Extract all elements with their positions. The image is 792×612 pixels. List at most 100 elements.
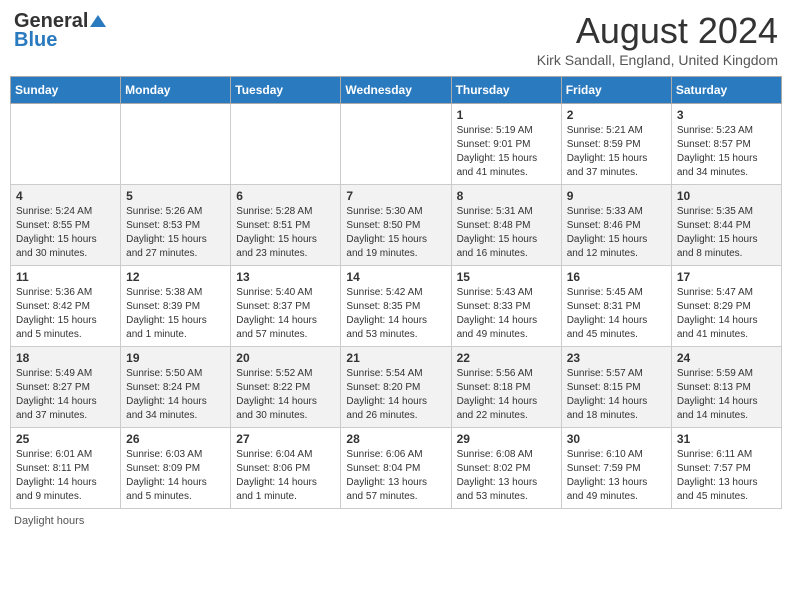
day-info: Sunrise: 5:52 AM Sunset: 8:22 PM Dayligh… [236, 367, 335, 423]
calendar-cell: 25 Sunrise: 6:01 AM Sunset: 8:11 PM Dayli… [11, 428, 121, 509]
day-info: Sunrise: 5:30 AM Sunset: 8:50 PM Dayligh… [346, 205, 445, 261]
calendar-cell: 11 Sunrise: 5:36 AM Sunset: 8:42 PM Dayli… [11, 266, 121, 347]
weekday-header-monday: Monday [121, 77, 231, 104]
weekday-header-sunday: Sunday [11, 77, 121, 104]
day-number: 18 [16, 351, 115, 365]
week-row-3: 18 Sunrise: 5:49 AM Sunset: 8:27 PM Dayli… [11, 347, 782, 428]
calendar-cell: 12 Sunrise: 5:38 AM Sunset: 8:39 PM Dayli… [121, 266, 231, 347]
calendar-cell: 30Sunrise: 6:10 AM Sunset: 7:59 PM Dayli… [561, 428, 671, 509]
day-number: 8 [457, 189, 556, 203]
calendar-table: SundayMondayTuesdayWednesdayThursdayFrid… [10, 76, 782, 509]
calendar-cell: 3 Sunrise: 5:23 AM Sunset: 8:57 PM Daylig… [671, 104, 781, 185]
day-info: Sunrise: 6:08 AM Sunset: 8:02 PM Dayligh… [457, 448, 556, 504]
weekday-header-tuesday: Tuesday [231, 77, 341, 104]
week-row-4: 25 Sunrise: 6:01 AM Sunset: 8:11 PM Dayli… [11, 428, 782, 509]
day-number: 10 [677, 189, 776, 203]
calendar-cell: 7 Sunrise: 5:30 AM Sunset: 8:50 PM Daylig… [341, 185, 451, 266]
day-info: Sunrise: 5:28 AM Sunset: 8:51 PM Dayligh… [236, 205, 335, 261]
calendar-cell: 24 Sunrise: 5:59 AM Sunset: 8:13 PM Dayli… [671, 347, 781, 428]
day-info: Sunrise: 5:59 AM Sunset: 8:13 PM Dayligh… [677, 367, 776, 423]
day-info: Sunrise: 6:06 AM Sunset: 8:04 PM Dayligh… [346, 448, 445, 504]
day-info: Sunrise: 5:36 AM Sunset: 8:42 PM Dayligh… [16, 286, 115, 342]
calendar-cell: 10 Sunrise: 5:35 AM Sunset: 8:44 PM Dayli… [671, 185, 781, 266]
calendar-cell: 5Sunrise: 5:26 AM Sunset: 8:53 PM Daylig… [121, 185, 231, 266]
day-info: Sunrise: 5:54 AM Sunset: 8:20 PM Dayligh… [346, 367, 445, 423]
day-info: Sunrise: 6:03 AM Sunset: 8:09 PM Dayligh… [126, 448, 225, 504]
calendar-cell: 9Sunrise: 5:33 AM Sunset: 8:46 PM Daylig… [561, 185, 671, 266]
calendar-cell: 13 Sunrise: 5:40 AM Sunset: 8:37 PM Dayli… [231, 266, 341, 347]
day-number: 16 [567, 270, 666, 284]
day-number: 11 [16, 270, 115, 284]
header: General Blue August 2024 Kirk Sandall, E… [10, 10, 782, 68]
day-info: Sunrise: 5:23 AM Sunset: 8:57 PM Dayligh… [677, 124, 776, 180]
day-info: Sunrise: 5:33 AM Sunset: 8:46 PM Dayligh… [567, 205, 666, 261]
calendar-cell: 21Sunrise: 5:54 AM Sunset: 8:20 PM Dayli… [341, 347, 451, 428]
calendar-cell: 2Sunrise: 5:21 AM Sunset: 8:59 PM Daylig… [561, 104, 671, 185]
day-number: 17 [677, 270, 776, 284]
logo-blue: Blue [14, 29, 57, 52]
calendar-cell: 15 Sunrise: 5:43 AM Sunset: 8:33 PM Dayli… [451, 266, 561, 347]
calendar-cell: 20 Sunrise: 5:52 AM Sunset: 8:22 PM Dayli… [231, 347, 341, 428]
day-info: Sunrise: 5:24 AM Sunset: 8:55 PM Dayligh… [16, 205, 115, 261]
day-number: 27 [236, 432, 335, 446]
footer-note: Daylight hours [10, 515, 782, 527]
calendar-cell: 31Sunrise: 6:11 AM Sunset: 7:57 PM Dayli… [671, 428, 781, 509]
day-info: Sunrise: 5:26 AM Sunset: 8:53 PM Dayligh… [126, 205, 225, 261]
calendar-cell: 14 Sunrise: 5:42 AM Sunset: 8:35 PM Dayli… [341, 266, 451, 347]
day-number: 30 [567, 432, 666, 446]
day-info: Sunrise: 5:21 AM Sunset: 8:59 PM Dayligh… [567, 124, 666, 180]
day-info: Sunrise: 5:42 AM Sunset: 8:35 PM Dayligh… [346, 286, 445, 342]
calendar-cell [11, 104, 121, 185]
day-number: 14 [346, 270, 445, 284]
weekday-header-row: SundayMondayTuesdayWednesdayThursdayFrid… [11, 77, 782, 104]
day-info: Sunrise: 6:04 AM Sunset: 8:06 PM Dayligh… [236, 448, 335, 504]
day-number: 3 [677, 108, 776, 122]
day-number: 24 [677, 351, 776, 365]
day-info: Sunrise: 5:43 AM Sunset: 8:33 PM Dayligh… [457, 286, 556, 342]
calendar-cell: 27 Sunrise: 6:04 AM Sunset: 8:06 PM Dayli… [231, 428, 341, 509]
logo-triangle-icon [90, 15, 106, 27]
day-info: Sunrise: 5:45 AM Sunset: 8:31 PM Dayligh… [567, 286, 666, 342]
day-info: Sunrise: 5:35 AM Sunset: 8:44 PM Dayligh… [677, 205, 776, 261]
location: Kirk Sandall, England, United Kingdom [537, 52, 778, 68]
day-info: Sunrise: 6:11 AM Sunset: 7:57 PM Dayligh… [677, 448, 776, 504]
calendar-cell: 8 Sunrise: 5:31 AM Sunset: 8:48 PM Daylig… [451, 185, 561, 266]
day-info: Sunrise: 5:49 AM Sunset: 8:27 PM Dayligh… [16, 367, 115, 423]
weekday-header-saturday: Saturday [671, 77, 781, 104]
calendar-cell: 26Sunrise: 6:03 AM Sunset: 8:09 PM Dayli… [121, 428, 231, 509]
day-number: 22 [457, 351, 556, 365]
day-number: 19 [126, 351, 225, 365]
day-number: 1 [457, 108, 556, 122]
day-number: 28 [346, 432, 445, 446]
day-info: Sunrise: 5:47 AM Sunset: 8:29 PM Dayligh… [677, 286, 776, 342]
calendar-cell [341, 104, 451, 185]
weekday-header-thursday: Thursday [451, 77, 561, 104]
day-number: 6 [236, 189, 335, 203]
calendar-cell: 4 Sunrise: 5:24 AM Sunset: 8:55 PM Daylig… [11, 185, 121, 266]
weekday-header-friday: Friday [561, 77, 671, 104]
day-number: 20 [236, 351, 335, 365]
calendar-cell: 23Sunrise: 5:57 AM Sunset: 8:15 PM Dayli… [561, 347, 671, 428]
daylight-hours-label: Daylight hours [14, 515, 84, 527]
weekday-header-wednesday: Wednesday [341, 77, 451, 104]
day-number: 15 [457, 270, 556, 284]
day-number: 13 [236, 270, 335, 284]
title-area: August 2024 Kirk Sandall, England, Unite… [537, 10, 778, 68]
day-number: 12 [126, 270, 225, 284]
week-row-0: 1 Sunrise: 5:19 AM Sunset: 9:01 PM Daylig… [11, 104, 782, 185]
calendar-cell: 17 Sunrise: 5:47 AM Sunset: 8:29 PM Dayli… [671, 266, 781, 347]
day-number: 25 [16, 432, 115, 446]
calendar-cell: 16 Sunrise: 5:45 AM Sunset: 8:31 PM Dayli… [561, 266, 671, 347]
day-info: Sunrise: 5:38 AM Sunset: 8:39 PM Dayligh… [126, 286, 225, 342]
day-info: Sunrise: 6:01 AM Sunset: 8:11 PM Dayligh… [16, 448, 115, 504]
calendar-cell: 6 Sunrise: 5:28 AM Sunset: 8:51 PM Daylig… [231, 185, 341, 266]
day-info: Sunrise: 5:31 AM Sunset: 8:48 PM Dayligh… [457, 205, 556, 261]
calendar-cell [231, 104, 341, 185]
day-number: 4 [16, 189, 115, 203]
day-info: Sunrise: 5:40 AM Sunset: 8:37 PM Dayligh… [236, 286, 335, 342]
calendar-body: 1 Sunrise: 5:19 AM Sunset: 9:01 PM Daylig… [11, 104, 782, 509]
day-info: Sunrise: 5:56 AM Sunset: 8:18 PM Dayligh… [457, 367, 556, 423]
day-info: Sunrise: 5:50 AM Sunset: 8:24 PM Dayligh… [126, 367, 225, 423]
day-number: 7 [346, 189, 445, 203]
day-info: Sunrise: 5:19 AM Sunset: 9:01 PM Dayligh… [457, 124, 556, 180]
